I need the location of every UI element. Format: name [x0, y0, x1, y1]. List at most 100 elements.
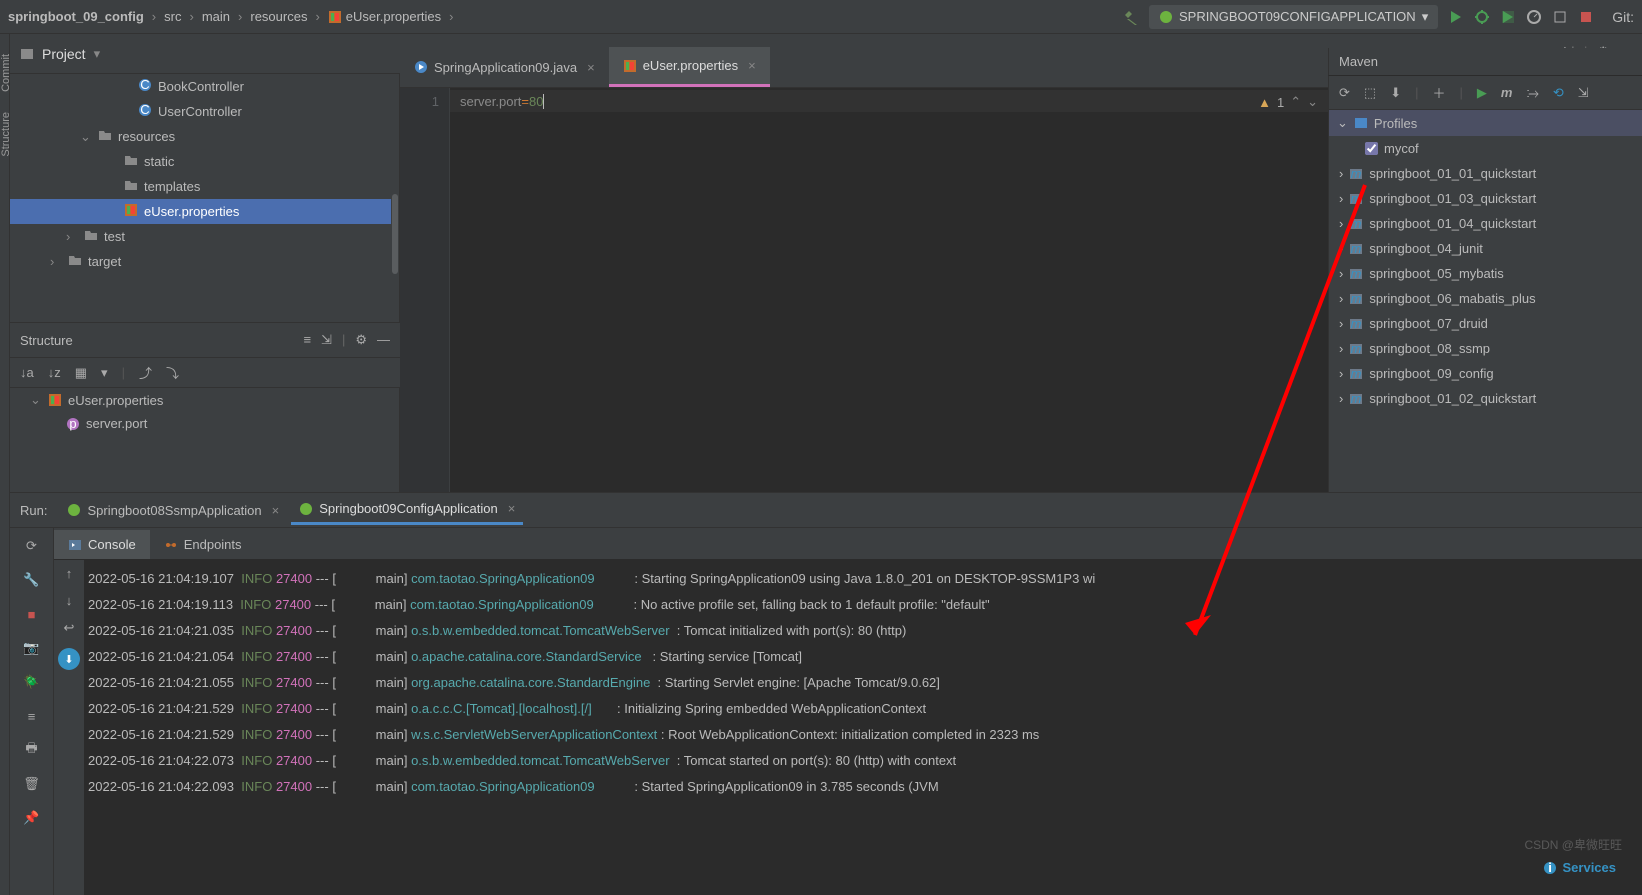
rerun-icon[interactable]: ⟳ [21, 536, 43, 556]
expand-icon[interactable]: ≡ [303, 332, 311, 348]
maven-module[interactable]: ›mspringboot_07_druid [1329, 311, 1642, 336]
crumb[interactable]: src [164, 9, 181, 24]
soft-wrap-icon[interactable]: ↩ [64, 620, 75, 636]
tree-item[interactable]: CUserController [10, 99, 399, 124]
maven-tool-title[interactable]: Maven [1328, 48, 1642, 76]
chevron-up-icon[interactable]: ⌃ [1290, 94, 1301, 110]
fields-icon[interactable]: ▦ [75, 365, 87, 381]
autoscroll-to-icon[interactable]: ⤴ [139, 363, 152, 382]
crumb[interactable]: main [202, 9, 230, 24]
structure-title[interactable]: Structure [20, 333, 73, 348]
down-icon[interactable]: ↓ [66, 593, 73, 608]
structure-item[interactable]: p server.port [10, 412, 399, 435]
chevron-down-icon[interactable]: ▾ [94, 46, 101, 62]
hide-icon[interactable]: — [377, 332, 390, 348]
sort-za-icon[interactable]: ↓z [48, 365, 61, 380]
trash-icon[interactable]: 🗑 [21, 774, 43, 794]
refresh-icon[interactable]: ⟲ [1553, 85, 1564, 101]
project-tree[interactable]: CBookControllerCUserController⌄resources… [10, 74, 400, 322]
debug-icon[interactable] [1474, 9, 1490, 25]
maven-profile-item[interactable]: mycof [1329, 136, 1642, 161]
tree-item[interactable]: eUser.properties [10, 199, 399, 224]
close-icon[interactable]: × [587, 60, 595, 75]
console-tab[interactable]: Endpoints [150, 530, 256, 559]
services-tool-button[interactable]: i Services [1537, 858, 1623, 877]
profiler-icon[interactable] [1526, 9, 1542, 25]
close-icon[interactable]: × [272, 503, 280, 518]
print-icon[interactable]: 🖶 [21, 740, 43, 760]
code-line[interactable]: server.port=80 [460, 94, 544, 109]
run-config-label: SPRINGBOOT09CONFIGAPPLICATION [1179, 9, 1416, 24]
editor-tab[interactable]: SpringApplication09.java× [400, 47, 609, 87]
stop-icon[interactable] [1578, 9, 1594, 25]
crumb[interactable]: springboot_09_config [8, 9, 144, 24]
maven-module[interactable]: ›mspringboot_06_mabatis_plus [1329, 286, 1642, 311]
run-icon[interactable] [1448, 9, 1464, 25]
m-icon[interactable]: m [1501, 85, 1513, 100]
sort-az-icon[interactable]: ↓a [20, 365, 34, 380]
download-icon[interactable]: ⬇ [1390, 85, 1401, 101]
run-settings-icon[interactable]: 🔧 [21, 570, 43, 590]
up-icon[interactable]: ↑ [66, 566, 73, 581]
chevron-down-icon[interactable]: ⌄ [1307, 94, 1318, 110]
maven-module[interactable]: ›mspringboot_05_mybatis [1329, 261, 1642, 286]
maven-module[interactable]: ›mspringboot_01_02_quickstart [1329, 386, 1642, 411]
scroll-to-end-icon[interactable]: ⬇ [58, 648, 80, 670]
maven-profiles[interactable]: ⌄ Profiles [1329, 110, 1642, 136]
tree-item[interactable]: ›target [10, 249, 399, 274]
reload-icon[interactable]: ⟳ [1339, 85, 1350, 101]
crumb[interactable]: resources [250, 9, 307, 24]
structure-root[interactable]: ⌄ eUser.properties [10, 388, 399, 412]
tree-item[interactable]: static [10, 149, 399, 174]
chevron-down-icon[interactable]: ▾ [101, 365, 108, 381]
layout-icon[interactable]: ≡ [21, 706, 43, 726]
collapse-icon[interactable]: ⇲ [321, 332, 332, 348]
folder-icon [124, 153, 138, 167]
run-config-selector[interactable]: SPRINGBOOT09CONFIGAPPLICATION ▾ [1149, 5, 1438, 29]
maven-module[interactable]: ›mspringboot_01_03_quickstart [1329, 186, 1642, 211]
console-output[interactable]: 2022-05-16 21:04:19.107 INFO 27400 --- [… [84, 560, 1642, 895]
tree-item[interactable]: ›test [10, 224, 399, 249]
stop-icon[interactable]: ■ [21, 604, 43, 624]
maven-module[interactable]: ›mspringboot_09_config [1329, 361, 1642, 386]
editor-tab[interactable]: eUser.properties× [609, 47, 770, 87]
run-tab[interactable]: Springboot09ConfigApplication× [291, 495, 523, 525]
tree-item[interactable]: templates [10, 174, 399, 199]
chevron-right-icon: › [315, 9, 319, 24]
pin-icon[interactable]: 📌 [21, 808, 43, 828]
close-icon[interactable]: × [508, 501, 516, 516]
collapse-all-icon[interactable]: ⇲ [1578, 85, 1589, 101]
properties-file-icon [124, 203, 138, 217]
spring-icon [1159, 10, 1173, 24]
maven-module[interactable]: ›mspringboot_01_01_quickstart [1329, 161, 1642, 186]
maven-module-icon: m [1349, 242, 1363, 256]
generate-icon[interactable]: ⬚ [1364, 85, 1376, 101]
hammer-icon[interactable] [1123, 9, 1139, 25]
coverage-icon[interactable] [1500, 9, 1516, 25]
left-tool-rail[interactable]: Commit Structure [0, 34, 10, 895]
scrollbar[interactable] [391, 74, 399, 322]
attach-debugger-icon[interactable]: 🪲 [21, 672, 43, 692]
maven-tree[interactable]: ⌄ Profiles mycof ›mspringboot_01_01_quic… [1328, 110, 1642, 492]
add-icon[interactable]: ＋ [1433, 83, 1446, 102]
run-icon[interactable]: ▶ [1477, 85, 1487, 101]
maven-module[interactable]: ›mspringboot_01_04_quickstart [1329, 211, 1642, 236]
attach-icon[interactable] [1552, 9, 1568, 25]
structure-tree[interactable]: ⌄ eUser.properties p server.port [10, 388, 400, 492]
autoscroll-from-icon[interactable]: ⤵ [166, 363, 179, 382]
camera-icon[interactable]: 📷 [21, 638, 43, 658]
profile-checkbox[interactable] [1365, 142, 1378, 155]
maven-module[interactable]: ›mspringboot_04_junit [1329, 236, 1642, 261]
maven-module[interactable]: ›mspringboot_08_ssmp [1329, 336, 1642, 361]
editor-status[interactable]: ▲ 1 ⌃ ⌄ [1258, 94, 1318, 110]
tree-item[interactable]: ⌄resources [10, 124, 399, 149]
editor-area[interactable]: 1 server.port=80 ▲ 1 ⌃ ⌄ [400, 88, 1328, 492]
tree-item[interactable]: CBookController [10, 74, 399, 99]
run-tab[interactable]: Springboot08SsmpApplication× [59, 495, 287, 525]
skip-tests-icon[interactable]: ⧴ [1526, 85, 1538, 101]
console-tab[interactable]: Console [54, 530, 150, 559]
project-title[interactable]: Project [42, 46, 86, 62]
close-icon[interactable]: × [748, 58, 756, 73]
crumb[interactable]: eUser.properties [346, 9, 441, 24]
gear-icon[interactable]: ⚙ [355, 332, 367, 348]
